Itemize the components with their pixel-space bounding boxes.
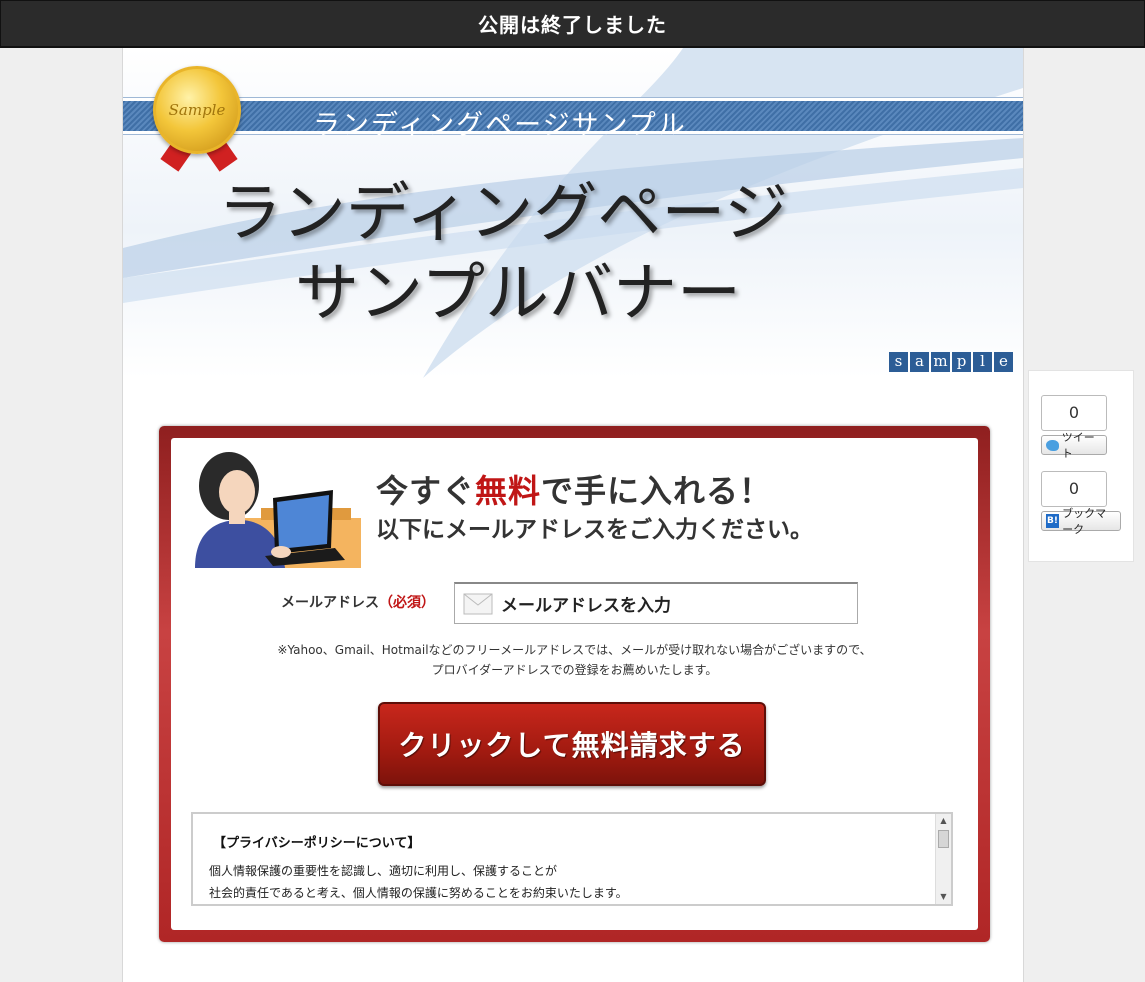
tweet-count: 0	[1041, 395, 1107, 431]
signup-form-inner: 今すぐ無料で手に入れる！ 以下にメールアドレスをご入力ください。 メールアドレス…	[171, 438, 978, 930]
tweet-button-label: ツイート	[1061, 431, 1095, 460]
free-mail-note: ※Yahoo、Gmail、Hotmailなどのフリーメールアドレスでは、メールが…	[171, 640, 978, 680]
scrollbar-thumb[interactable]	[938, 830, 949, 848]
scroll-down-arrow-icon[interactable]: ▼	[936, 890, 951, 904]
signup-form-box: 今すぐ無料で手に入れる！ 以下にメールアドレスをご入力ください。 メールアドレス…	[159, 426, 990, 942]
headline-prefix: 今すぐ	[376, 472, 476, 510]
privacy-policy-title: 【プライバシーポリシーについて】	[213, 836, 421, 851]
sample-letter: a	[910, 352, 929, 372]
scroll-up-arrow-icon[interactable]: ▲	[936, 814, 951, 828]
hatena-bookmark-button[interactable]: B! ブックマーク	[1041, 507, 1121, 536]
email-label: メールアドレス（必須）	[281, 592, 435, 612]
free-request-button-label: クリックして無料請求する	[398, 729, 746, 762]
note-line2: プロバイダーアドレスでの登録をお薦めいたします。	[431, 663, 718, 677]
privacy-policy-line1: 個人情報保護の重要性を認識し、適切に利用し、保護することが	[209, 864, 558, 878]
sample-medal-icon: Sample	[153, 66, 241, 154]
closed-notice-text: 公開は終了しました	[478, 13, 667, 37]
banner-title: ランディングページ サンプルバナー	[183, 174, 823, 334]
sample-letter: l	[973, 352, 992, 372]
hatena-bookmark-icon: B!	[1046, 514, 1060, 528]
social-share-panel: 0 ツイート 0 B! ブックマーク	[1028, 370, 1134, 562]
headline-free: 無料	[475, 472, 542, 510]
banner-title-line2: サンプルバナー	[294, 257, 742, 331]
privacy-policy-scrollbar[interactable]: ▲ ▼	[935, 814, 951, 904]
envelope-icon	[463, 593, 493, 614]
landing-page-content: ランディングページサンプル Sample ランディングページ サンプルバナー s…	[122, 48, 1024, 982]
twitter-bird-icon	[1046, 439, 1059, 451]
required-marker: （必須）	[379, 595, 435, 611]
privacy-policy-line2: 社会的責任であると考え、個人情報の保護に努めることをお約束いたします。	[209, 886, 628, 900]
banner-title-line1: ランディングページ	[217, 177, 789, 251]
header-banner: ランディングページサンプル Sample ランディングページ サンプルバナー s…	[123, 48, 1023, 378]
sample-letter: e	[994, 352, 1013, 372]
bookmark-count: 0	[1041, 471, 1107, 507]
free-request-button[interactable]: クリックして無料請求する	[378, 702, 766, 786]
sample-letter: m	[931, 352, 950, 372]
privacy-policy-box[interactable]: 【プライバシーポリシーについて】 個人情報保護の重要性を認識し、適切に利用し、保…	[191, 812, 953, 906]
medal-text: Sample	[168, 101, 226, 119]
sample-letter: s	[889, 352, 908, 372]
subheadline: 以下にメールアドレスをご入力ください。	[376, 517, 813, 543]
woman-at-laptop-illustration	[195, 452, 361, 568]
headline-suffix: で手に入れる！	[541, 472, 773, 510]
email-label-text: メールアドレス	[281, 595, 379, 611]
banner-subtitle: ランディングページサンプル	[313, 110, 687, 141]
sample-tag-row: s a m p l e	[889, 352, 1013, 372]
email-input[interactable]: メールアドレスを入力	[454, 582, 858, 624]
closed-notice-bar: 公開は終了しました	[0, 0, 1145, 48]
tweet-button[interactable]: ツイート	[1041, 431, 1107, 460]
bookmark-button-label: ブックマーク	[1062, 507, 1107, 536]
note-line1: ※Yahoo、Gmail、Hotmailなどのフリーメールアドレスでは、メールが…	[277, 643, 872, 657]
headline: 今すぐ無料で手に入れる！	[376, 466, 772, 512]
banner-subtitle-stripe: ランディングページサンプル	[123, 98, 1023, 141]
email-input-placeholder: メールアドレスを入力	[501, 596, 671, 616]
sample-letter: p	[952, 352, 971, 372]
